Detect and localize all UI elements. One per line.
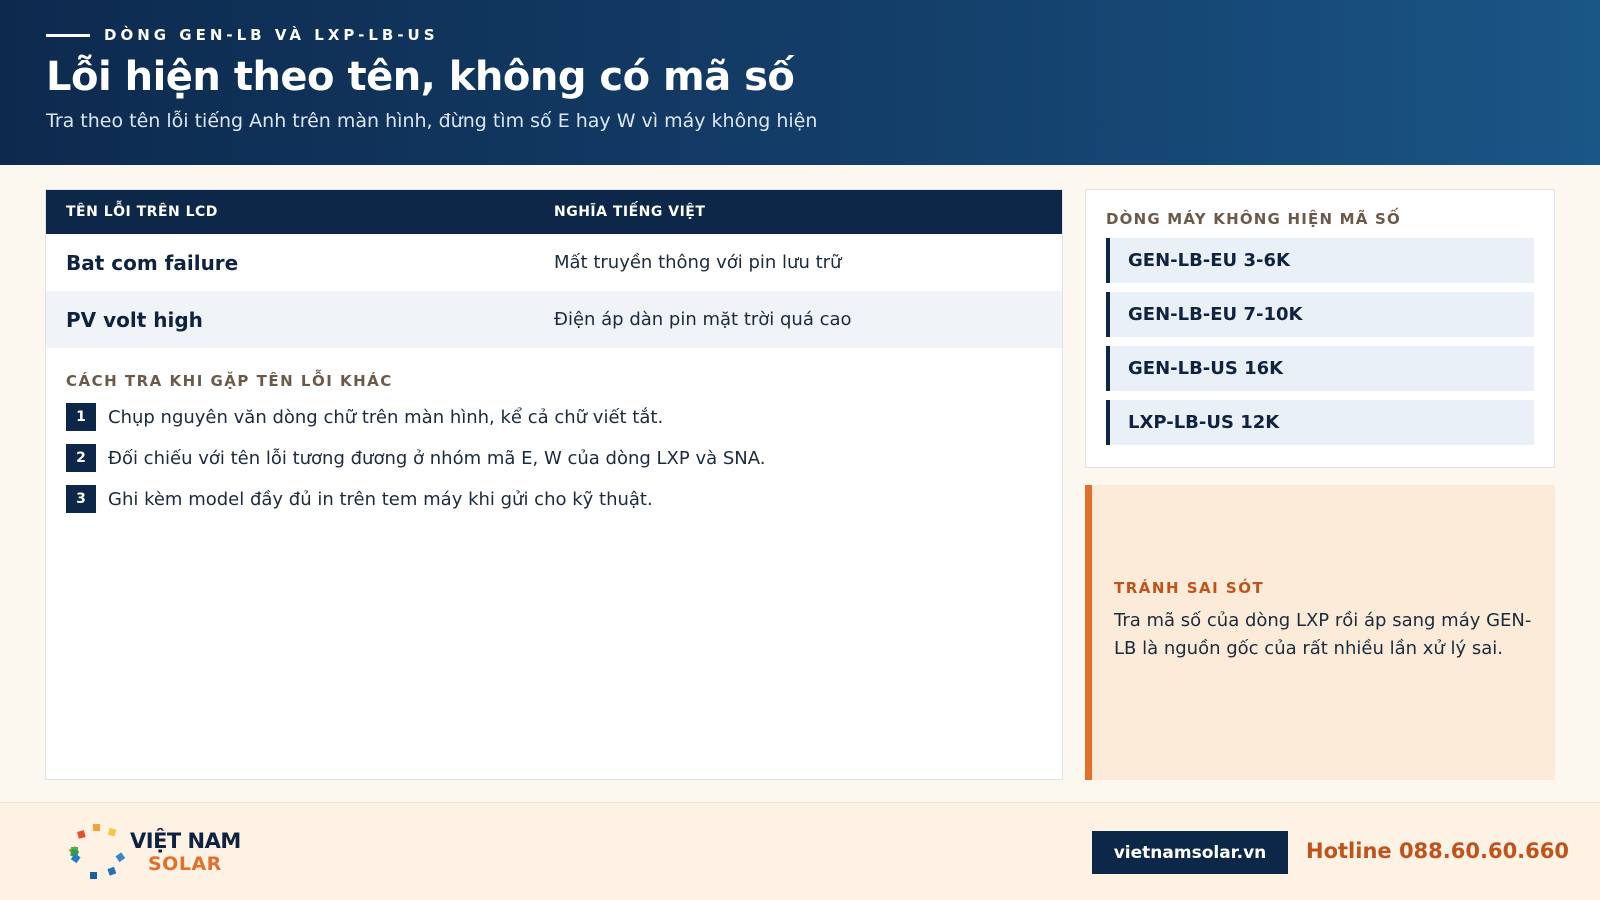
table-row: PV volt high Điện áp dàn pin mặt trời qu… [46,291,1062,348]
step-text: Chụp nguyên văn dòng chữ trên màn hình, … [108,406,664,428]
error-meaning: Điện áp dàn pin mặt trời quá cao [554,309,852,330]
models-label: DÒNG MÁY KHÔNG HIỆN MÃ SỐ [1106,210,1401,228]
model-item: LXP-LB-US 12K [1106,400,1534,445]
steps-label: CÁCH TRA KHI GẶP TÊN LỖI KHÁC [66,372,393,390]
page-subtitle: Tra theo tên lỗi tiếng Anh trên màn hình… [46,110,818,132]
error-table-card: TÊN LỖI TRÊN LCD NGHĨA TIẾNG VIỆT Bat co… [45,189,1063,780]
hotline-text[interactable]: Hotline 088.60.60.660 [1306,839,1569,863]
website-link[interactable]: vietnamsolar.vn [1092,831,1288,874]
step-number: 2 [66,444,96,472]
list-item: 1 Chụp nguyên văn dòng chữ trên màn hình… [66,402,1062,432]
eyebrow: DÒNG GEN-LB VÀ LXP-LB-US [46,26,1554,44]
header-lcd-name: TÊN LỖI TRÊN LCD [66,204,218,220]
list-item: 2 Đối chiếu với tên lỗi tương đương ở nh… [66,443,1062,473]
step-text: Ghi kèm model đầy đủ in trên tem máy khi… [108,488,653,510]
error-name: PV volt high [66,307,203,332]
error-meaning: Mất truyền thông với pin lưu trữ [554,252,842,273]
step-number: 1 [66,403,96,431]
eyebrow-text: DÒNG GEN-LB VÀ LXP-LB-US [104,26,439,44]
solar-logo-icon [68,824,126,879]
warning-card: TRÁNH SAI SÓT Tra mã số của dòng LXP rồi… [1085,485,1555,780]
step-text: Đối chiếu với tên lỗi tương đương ở nhóm… [108,447,766,469]
page-title: Lỗi hiện theo tên, không có mã số [46,54,795,100]
model-item: GEN-LB-US 16K [1106,346,1534,391]
logo-text: VIỆT NAM SOLAR [130,829,241,875]
list-item: 3 Ghi kèm model đầy đủ in trên tem máy k… [66,484,1062,514]
table-header: TÊN LỖI TRÊN LCD NGHĨA TIẾNG VIỆT [46,190,1062,234]
warning-text: Tra mã số của dòng LXP rồi áp sang máy G… [1114,610,1532,659]
company-logo: VIỆT NAM SOLAR [68,821,241,883]
warning-label: TRÁNH SAI SÓT [1114,579,1265,597]
eyebrow-line [46,33,90,37]
model-item: GEN-LB-EU 7-10K [1106,292,1534,337]
header-vietnamese-meaning: NGHĨA TIẾNG VIỆT [554,204,706,220]
table-row: Bat com failure Mất truyền thông với pin… [46,234,1062,291]
logo-line2: SOLAR [148,853,222,875]
error-name: Bat com failure [66,250,239,275]
step-number: 3 [66,485,96,513]
page-footer: VIỆT NAM SOLAR vietnamsolar.vn Hotline 0… [0,802,1600,900]
models-card: DÒNG MÁY KHÔNG HIỆN MÃ SỐ GEN-LB-EU 3-6K… [1085,189,1555,468]
model-item: GEN-LB-EU 3-6K [1106,238,1534,283]
page-header: DÒNG GEN-LB VÀ LXP-LB-US Lỗi hiện theo t… [0,0,1600,165]
steps-list: 1 Chụp nguyên văn dòng chữ trên màn hình… [66,402,1062,514]
logo-line1: VIỆT NAM [130,829,241,853]
